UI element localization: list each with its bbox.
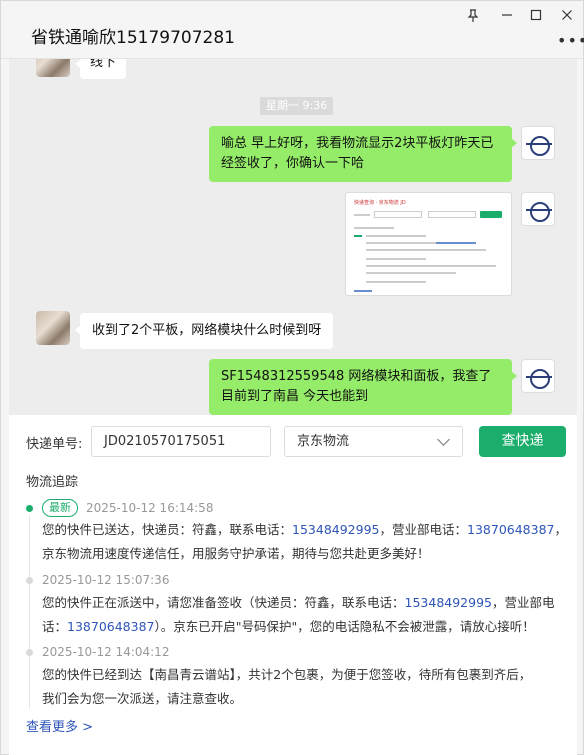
message-bubble-self[interactable]: 喻总 早上好呀，我看物流显示2块平板灯昨天已 经签收了，你确认一下哈: [209, 126, 517, 182]
time-separator: 星期一 9:36: [260, 97, 334, 115]
latest-badge: 最新: [42, 499, 78, 517]
event-time: 2025-10-12 16:14:58: [86, 501, 214, 515]
contact-avatar[interactable]: [36, 59, 70, 77]
image-message[interactable]: 快递查询 · 京东物流 JD: [345, 192, 512, 296]
message-text-line: 收到了2个平板，网络模块什么时候到呀: [92, 323, 322, 338]
image-caption: 快递查询 · 京东物流 JD: [354, 200, 406, 206]
message-text-line: 喻总 早上好呀，我看物流显示2块平板灯昨天已: [221, 136, 494, 151]
carrier-selected-value: 京东物流: [297, 434, 350, 449]
tracking-title: 物流追踪: [26, 475, 79, 490]
more-dots-icon[interactable]: •••: [557, 31, 584, 50]
message-text-line: SF1548312559548 网络模块和面板，我查了: [221, 369, 492, 384]
timeline-dot-active: [26, 505, 33, 512]
phone-link[interactable]: 13870648387: [67, 619, 154, 634]
event-time: 2025-10-12 14:04:12: [42, 645, 170, 659]
event-time: 2025-10-12 15:07:36: [42, 573, 170, 587]
waybill-input[interactable]: JD0210570175051: [91, 426, 271, 457]
phone-link[interactable]: 15348492995: [405, 595, 492, 610]
query-button[interactable]: 查快递: [479, 426, 566, 457]
timeline-dot: [26, 577, 33, 584]
express-query-panel: 快递单号: JD0210570175051 京东物流 查快递 物流追踪 最新 2…: [9, 415, 577, 755]
carrier-select[interactable]: 京东物流: [284, 426, 463, 457]
chat-messages-area[interactable]: 线下 星期一 9:36 喻总 早上好呀，我看物流显示2块平板灯昨天已 经签收了，…: [9, 59, 577, 415]
self-avatar[interactable]: [521, 192, 555, 226]
timeline-dot: [26, 649, 33, 656]
chevron-down-icon: [437, 433, 450, 446]
self-avatar[interactable]: [521, 126, 555, 160]
chat-title: 省铁通喻欣15179707281: [31, 28, 235, 48]
event-description: 您的快件已送达，快递员：符鑫，联系电话：15348492995，营业部电话：13…: [42, 522, 568, 561]
timeline-line: [29, 515, 30, 709]
contact-avatar[interactable]: [36, 311, 70, 345]
message-bubble-partial[interactable]: 线下: [74, 59, 127, 79]
pin-icon[interactable]: [465, 9, 481, 25]
wechat-chat-window: 省铁通喻欣15179707281 ••• 线下 星期一 9:36 喻总 早上好呀…: [0, 0, 584, 755]
see-more-link[interactable]: 查看更多 >: [26, 716, 93, 735]
event-description: 您的快件正在派送中，请您准备签收（快递员：符鑫，联系电话：15348492995…: [42, 595, 555, 634]
message-bubble-self[interactable]: SF1548312559548 网络模块和面板，我查了 目前到了南昌 今天也能到: [209, 359, 517, 415]
message-text-line: 经签收了，你确认一下哈: [221, 156, 365, 171]
close-icon[interactable]: [559, 9, 575, 25]
message-text-line: 目前到了南昌 今天也能到: [221, 389, 369, 404]
title-bar: 省铁通喻欣15179707281 •••: [1, 1, 584, 59]
minimize-icon[interactable]: [499, 9, 515, 25]
waybill-label: 快递单号:: [26, 437, 83, 452]
event-description: 您的快件已经到达【南昌青云谱站】，共计2个包裹，为便于您签收，待所有包裹到齐后，…: [42, 667, 532, 706]
phone-link[interactable]: 15348492995: [292, 522, 379, 537]
self-avatar[interactable]: [521, 359, 555, 393]
maximize-icon[interactable]: [528, 9, 544, 25]
phone-link[interactable]: 13870648387: [467, 522, 554, 537]
message-bubble-other[interactable]: 收到了2个平板，网络模块什么时候到呀: [74, 313, 334, 349]
